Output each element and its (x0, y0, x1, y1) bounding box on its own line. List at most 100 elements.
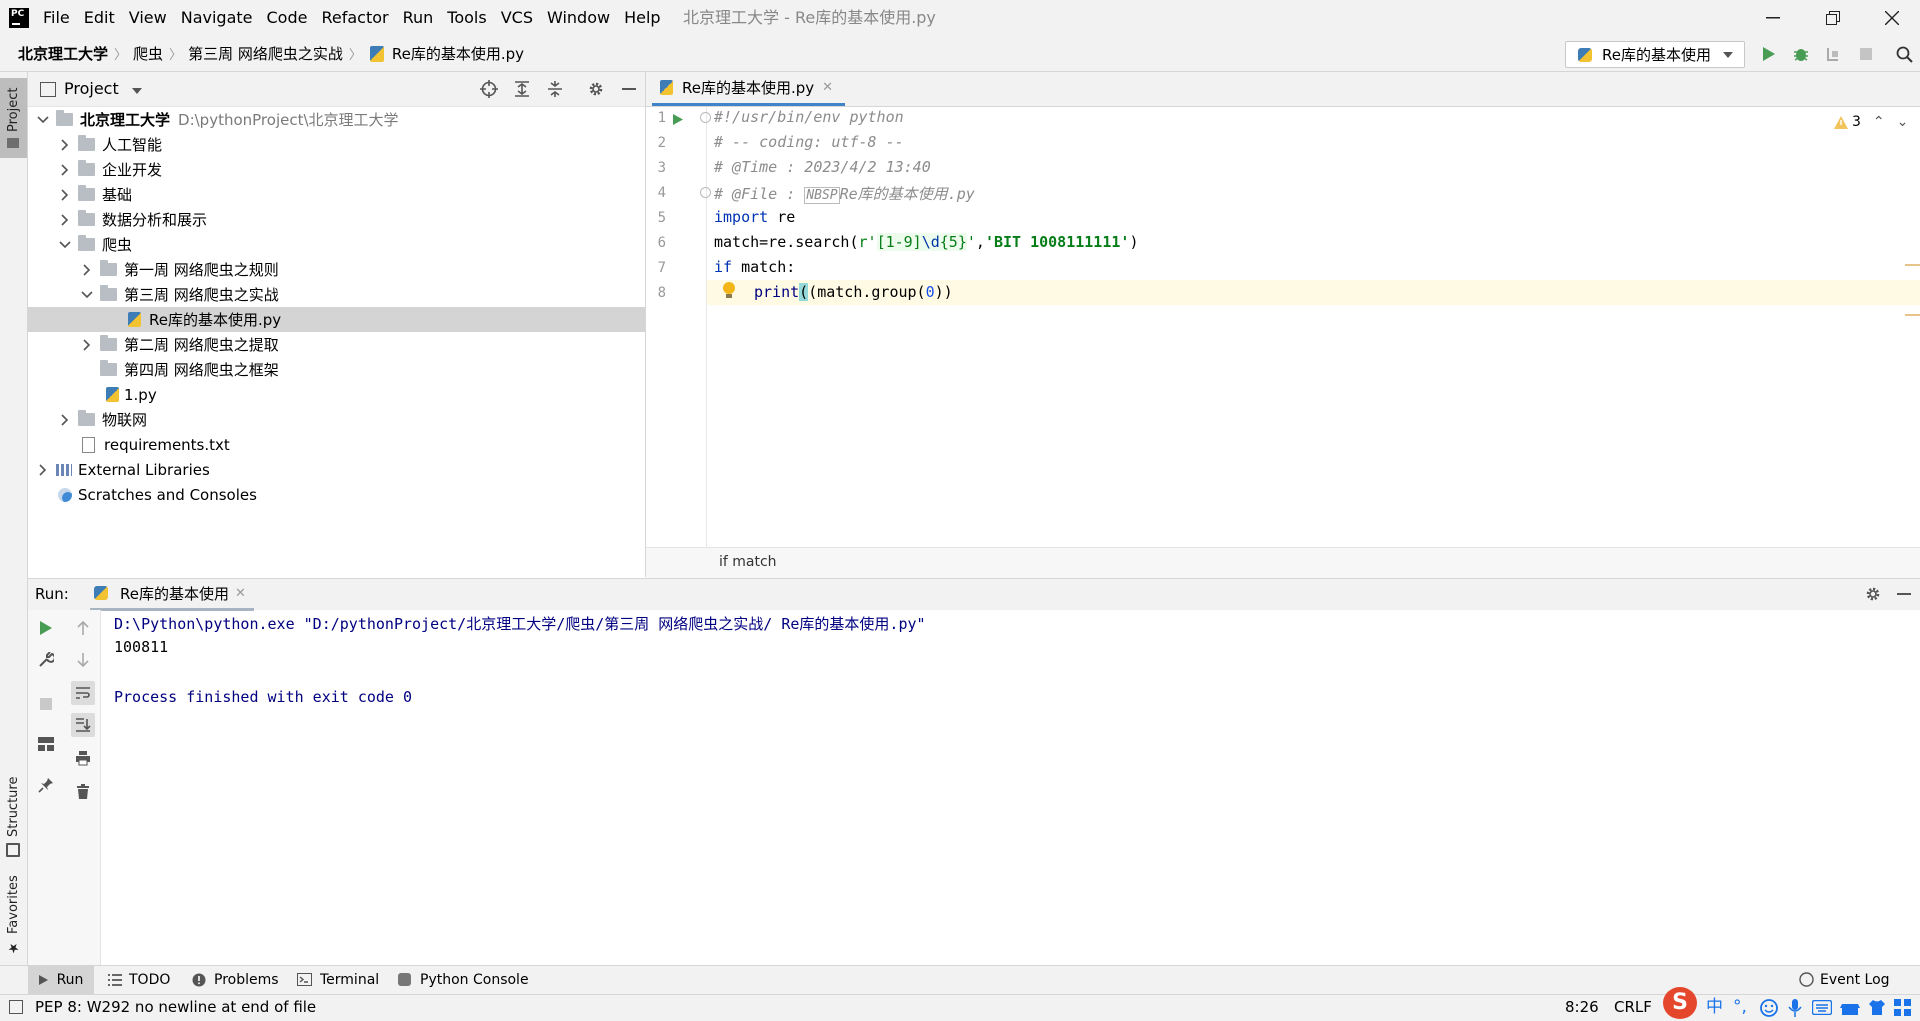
tree-node-external-libraries[interactable]: External Libraries (28, 457, 645, 482)
run-tab[interactable]: Re库的基本使用 ✕ (90, 578, 254, 611)
run-tool-button[interactable]: Run (28, 965, 94, 994)
caret-position[interactable]: 8:26 (1565, 994, 1599, 1020)
tree-node-folder[interactable]: 第二周 网络爬虫之提取 (28, 332, 645, 357)
breadcrumb-subfolder[interactable]: 第三周 网络爬虫之实战 (185, 43, 346, 64)
tree-node-file[interactable]: requirements.txt (28, 432, 645, 457)
project-tool-tab[interactable]: Project (0, 78, 27, 158)
collapse-all-button[interactable] (546, 80, 564, 98)
menu-view[interactable]: View (122, 0, 174, 36)
ime-logo-icon[interactable]: S (1663, 987, 1697, 1019)
tree-node-file[interactable]: 1.py (28, 382, 645, 407)
toggle-tool-windows-icon[interactable] (9, 1000, 23, 1014)
ime-mode[interactable]: 中 (1706, 994, 1723, 1020)
menu-navigate[interactable]: Navigate (174, 0, 260, 36)
tree-node-folder[interactable]: 企业开发 (28, 157, 645, 182)
stop-button[interactable] (34, 692, 58, 716)
clear-all-button[interactable] (71, 780, 95, 804)
editor-tab-active[interactable]: Re库的基本使用.py ✕ (652, 72, 846, 106)
debug-button[interactable] (1790, 43, 1812, 65)
menu-vcs[interactable]: VCS (494, 0, 540, 36)
run-button[interactable] (1758, 43, 1780, 65)
project-settings-button[interactable] (587, 80, 605, 98)
skin-shirt-icon[interactable] (1868, 999, 1886, 1020)
tree-node-file-selected[interactable]: Re库的基本使用.py (28, 307, 645, 332)
structure-tool-tab[interactable]: Structure (0, 772, 27, 862)
menu-help[interactable]: Help (617, 0, 667, 36)
next-occurrence-button[interactable] (71, 648, 95, 672)
menu-run[interactable]: Run (396, 0, 441, 36)
code-line-2[interactable]: # -- coding: utf-8 -- (714, 133, 904, 151)
hide-panel-button[interactable] (620, 80, 638, 98)
close-window-button[interactable] (1864, 0, 1920, 36)
editor-breadcrumb[interactable]: if match (719, 547, 777, 577)
soft-wrap-toggle[interactable] (71, 681, 95, 705)
chevron-up-icon[interactable]: ⌃ (1873, 114, 1885, 130)
menu-file[interactable]: File (36, 0, 77, 36)
gutter-run-button[interactable] (672, 112, 684, 130)
favorites-tool-tab[interactable]: ★ Favorites (0, 870, 27, 960)
code-line-6[interactable]: match=re.search(r'[1-9]\d{5}','BIT 10081… (714, 233, 1138, 251)
problems-tool-button[interactable]: Problems (192, 965, 279, 994)
pin-tab-button[interactable] (34, 773, 58, 797)
fold-marker-icon[interactable] (700, 187, 711, 198)
terminal-tool-button[interactable]: Terminal (297, 965, 379, 994)
close-tab-icon[interactable]: ✕ (235, 586, 246, 601)
breadcrumb-root[interactable]: 北京理工大学 (15, 43, 111, 64)
breadcrumb-folder[interactable]: 爬虫 (130, 43, 166, 64)
tree-node-folder[interactable]: 数据分析和展示 (28, 207, 645, 232)
menu-code[interactable]: Code (260, 0, 315, 36)
search-everywhere-button[interactable] (1893, 43, 1915, 65)
menu-edit[interactable]: Edit (77, 0, 122, 36)
tree-node-folder[interactable]: 第一周 网络爬虫之规则 (28, 257, 645, 282)
minimize-button[interactable] (1745, 0, 1801, 36)
punctuation-icon[interactable]: °, (1733, 994, 1747, 1020)
restore-button[interactable] (1805, 0, 1861, 36)
tree-node-folder[interactable]: 基础 (28, 182, 645, 207)
coverage-button[interactable] (1822, 43, 1844, 65)
tree-node-folder[interactable]: 第四周 网络爬虫之框架 (28, 357, 645, 382)
scrollbar-marker[interactable] (1905, 314, 1920, 316)
event-log-button[interactable]: Event Log (1799, 965, 1890, 994)
tree-node-folder[interactable]: 第三周 网络爬虫之实战 (28, 282, 645, 307)
menu-window[interactable]: Window (540, 0, 617, 36)
code-line-7[interactable]: if match: (714, 258, 795, 276)
breadcrumb-file[interactable]: Re库的基本使用.py (389, 43, 527, 64)
locate-file-button[interactable] (480, 80, 498, 98)
emoji-icon[interactable] (1760, 999, 1778, 1021)
menu-tools[interactable]: Tools (440, 0, 493, 36)
project-view-selector[interactable]: Project (64, 72, 142, 106)
todo-tool-button[interactable]: TODO (108, 965, 170, 994)
code-line-1[interactable]: #!/usr/bin/env python (714, 108, 904, 126)
tree-node-folder[interactable]: 爬虫 (28, 232, 645, 257)
hide-run-panel-button[interactable] (1896, 585, 1912, 607)
code-line-5[interactable]: import re (714, 208, 795, 226)
tree-node-root[interactable]: 北京理工大学 D:\pythonProject\北京理工大学 (28, 107, 645, 132)
tree-node-folder[interactable]: 人工智能 (28, 132, 645, 157)
scrollbar-marker[interactable] (1905, 264, 1920, 266)
python-console-tool-button[interactable]: Python Console (398, 965, 529, 994)
scroll-to-end-toggle[interactable] (71, 713, 95, 737)
inspection-widget[interactable]: 3 ⌃ ⌄ (1834, 114, 1908, 130)
apps-grid-icon[interactable] (1894, 999, 1912, 1021)
layout-button[interactable] (34, 732, 58, 756)
tree-node-scratches[interactable]: Scratches and Consoles (28, 482, 645, 507)
print-button[interactable] (71, 746, 95, 770)
microphone-icon[interactable] (1788, 999, 1802, 1021)
tree-node-folder[interactable]: 物联网 (28, 407, 645, 432)
lightbulb-icon[interactable] (722, 281, 736, 303)
run-configuration-select[interactable]: Re库的基本使用 (1565, 41, 1745, 68)
toolbox-icon[interactable] (1840, 1000, 1860, 1019)
fold-marker-icon[interactable] (700, 112, 711, 123)
previous-occurrence-button[interactable] (71, 616, 95, 640)
rerun-button[interactable] (34, 616, 58, 640)
close-tab-icon[interactable]: ✕ (822, 80, 833, 95)
keyboard-icon[interactable] (1811, 999, 1833, 1019)
stop-button[interactable] (1855, 43, 1877, 65)
run-settings-button[interactable] (1864, 585, 1882, 607)
code-line-3[interactable]: # @Time : 2023/4/2 13:40 (714, 158, 931, 176)
edit-config-button[interactable] (34, 648, 58, 672)
line-separator[interactable]: CRLF (1614, 994, 1652, 1020)
code-line-8[interactable]: print((match.group(0)) (754, 283, 953, 301)
chevron-down-icon[interactable]: ⌄ (1897, 114, 1909, 130)
menu-refactor[interactable]: Refactor (314, 0, 395, 36)
